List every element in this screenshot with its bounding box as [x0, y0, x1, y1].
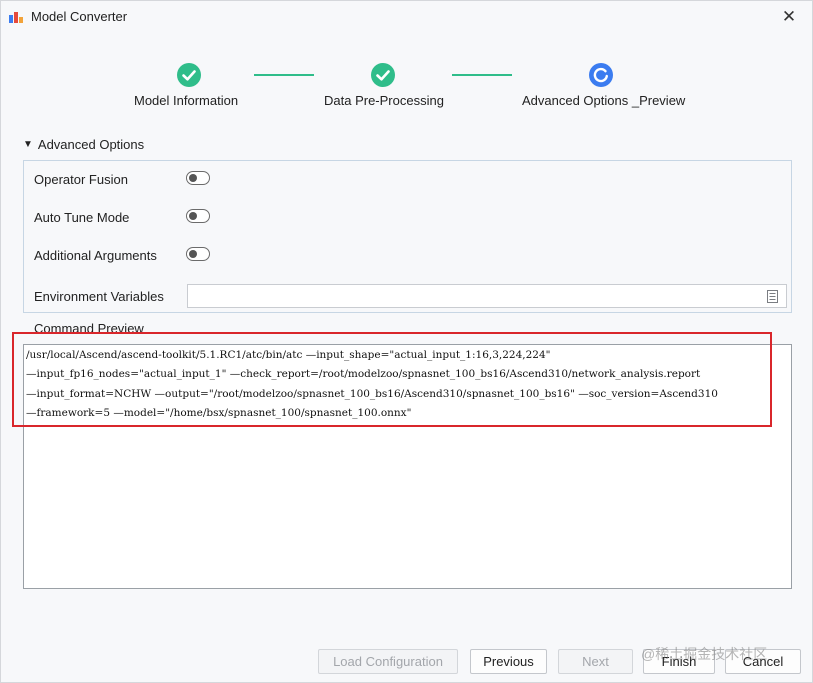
highlight-annotation-box: [12, 332, 772, 427]
toggle-knob: [189, 212, 197, 220]
auto-tune-mode-label: Auto Tune Mode: [34, 210, 130, 225]
next-button[interactable]: Next: [558, 649, 633, 674]
additional-arguments-toggle[interactable]: [186, 247, 210, 261]
close-button[interactable]: ✕: [766, 1, 812, 33]
advanced-options-header[interactable]: ▼ Advanced Options: [23, 137, 144, 152]
advanced-options-title: Advanced Options: [37, 137, 145, 152]
document-icon[interactable]: [767, 290, 778, 303]
cancel-button[interactable]: Cancel: [725, 649, 801, 674]
check-circle-icon: [177, 63, 201, 87]
step-label-advanced-options-preview: Advanced Options _Preview: [522, 93, 686, 108]
operator-fusion-label: Operator Fusion: [34, 172, 128, 187]
previous-button[interactable]: Previous: [470, 649, 547, 674]
auto-tune-mode-toggle[interactable]: [186, 209, 210, 223]
title-bar: Model Converter ✕: [1, 1, 812, 33]
in-progress-circle-icon: [589, 63, 613, 87]
step-connector: [254, 74, 314, 76]
additional-arguments-label: Additional Arguments: [34, 248, 157, 263]
toggle-knob: [189, 250, 197, 258]
step-label-data-preprocessing: Data Pre-Processing: [324, 93, 444, 108]
caret-down-icon: ▼: [23, 139, 33, 150]
operator-fusion-toggle[interactable]: [186, 171, 210, 185]
model-converter-window: Model Converter ✕ Model Information Data…: [0, 0, 813, 683]
environment-variables-input[interactable]: [187, 284, 787, 308]
finish-button[interactable]: Finish: [643, 649, 715, 674]
check-circle-icon: [371, 63, 395, 87]
close-icon: ✕: [781, 7, 797, 26]
environment-variables-label: Environment Variables: [34, 289, 164, 304]
step-label-model-information: Model Information: [134, 93, 239, 108]
load-configuration-button[interactable]: Load Configuration: [318, 649, 458, 674]
ascend-logo-icon: [9, 12, 23, 23]
toggle-knob: [189, 174, 197, 182]
step-connector: [452, 74, 512, 76]
window-title: Model Converter: [31, 9, 128, 24]
